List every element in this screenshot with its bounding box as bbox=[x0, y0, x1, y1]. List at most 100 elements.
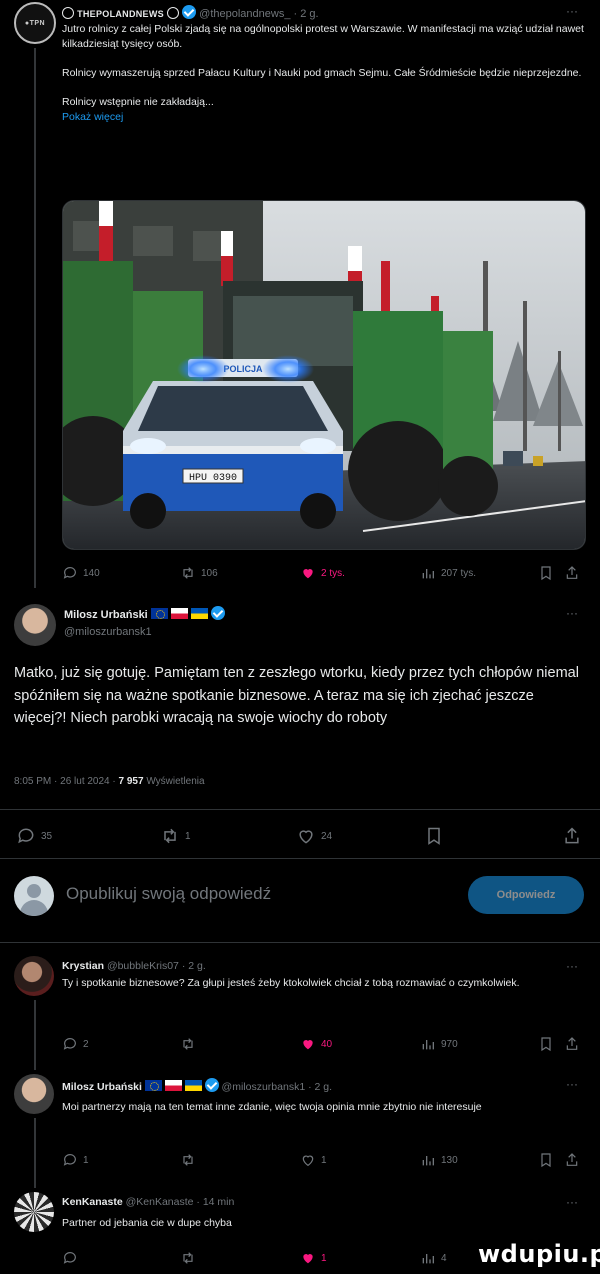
retweet-action[interactable]: 1 bbox=[160, 826, 191, 846]
retweet-action[interactable] bbox=[180, 1036, 196, 1052]
more-options-icon[interactable]: ··· bbox=[566, 1195, 578, 1209]
thread-line bbox=[34, 1000, 36, 1070]
bookmark-icon bbox=[541, 1153, 551, 1168]
kenkanaste-avatar[interactable] bbox=[14, 1192, 54, 1232]
views-action[interactable]: 130 bbox=[420, 1152, 458, 1168]
reply-action[interactable]: 1 bbox=[62, 1152, 89, 1168]
like-action[interactable]: 40 bbox=[300, 1036, 332, 1052]
own-avatar[interactable] bbox=[14, 876, 54, 916]
poland-flag-icon bbox=[164, 1080, 182, 1091]
author-handle[interactable]: @miloszurbansk1 bbox=[222, 1081, 306, 1093]
tweet-text: Matko, już się gotuję. Pamiętam ten z ze… bbox=[14, 665, 579, 726]
author-name[interactable]: Milosz Urbański bbox=[62, 1081, 142, 1093]
bookmark-action[interactable] bbox=[538, 565, 554, 581]
like-action[interactable]: 2 tys. bbox=[300, 565, 345, 581]
reply-action[interactable]: 140 bbox=[62, 565, 100, 581]
retweet-icon bbox=[183, 567, 193, 579]
bookmark-action[interactable] bbox=[538, 1036, 554, 1052]
views-count: 207 tys. bbox=[441, 567, 477, 579]
bookmark-action[interactable] bbox=[424, 826, 444, 846]
views-count: 4 bbox=[441, 1252, 447, 1264]
reply-button[interactable]: Odpowiedz bbox=[468, 876, 584, 914]
globe-icon bbox=[62, 7, 74, 19]
tweet-paragraph: Rolnicy wstępnie nie zakładają... bbox=[62, 96, 214, 108]
share-icon bbox=[566, 1153, 578, 1166]
police-label: POLICJA bbox=[223, 364, 263, 374]
views-action[interactable]: 207 tys. bbox=[420, 565, 476, 581]
tweet-image[interactable]: POLICJA HPU 0390 bbox=[62, 200, 586, 550]
reply-action[interactable]: 35 bbox=[16, 826, 52, 846]
share-action[interactable] bbox=[564, 565, 580, 581]
retweet-action[interactable] bbox=[180, 1250, 196, 1266]
reply-icon bbox=[63, 567, 76, 579]
author-name[interactable]: KenKanaste bbox=[62, 1196, 123, 1208]
tweet-time[interactable]: · 14 min bbox=[196, 1196, 234, 1208]
author-name[interactable]: Krystian bbox=[62, 960, 104, 972]
reply-action[interactable]: 2 bbox=[62, 1036, 89, 1052]
author-handle[interactable]: @miloszurbansk1 bbox=[64, 626, 152, 638]
reply-text: Partner od jebania cie w dupe chyba bbox=[62, 1217, 232, 1229]
like-count: 24 bbox=[321, 830, 333, 842]
thread-line bbox=[34, 1118, 36, 1188]
share-action[interactable] bbox=[564, 1152, 580, 1168]
tweet-timestamp[interactable]: 8:05 PM · 26 lut 2024 · bbox=[14, 776, 119, 787]
bookmark-action[interactable] bbox=[538, 1152, 554, 1168]
verified-badge-icon bbox=[182, 5, 197, 19]
share-icon bbox=[566, 566, 578, 579]
views-action[interactable]: 970 bbox=[420, 1036, 458, 1052]
tweet-time[interactable]: · 2 g. bbox=[182, 960, 206, 972]
watermark: wdupiu.pl bbox=[478, 1240, 600, 1268]
share-action[interactable] bbox=[562, 826, 582, 846]
share-action[interactable] bbox=[564, 1036, 580, 1052]
author-handle[interactable]: @thepolandnews_ bbox=[199, 8, 290, 20]
views-icon bbox=[422, 569, 434, 579]
krystian-avatar[interactable] bbox=[14, 956, 54, 996]
views-action[interactable]: 4 bbox=[420, 1250, 447, 1266]
more-options-icon[interactable]: ··· bbox=[566, 1077, 578, 1091]
retweet-icon bbox=[183, 1252, 193, 1264]
license-plate: HPU 0390 bbox=[189, 473, 237, 484]
bookmark-icon bbox=[428, 827, 440, 845]
thepolandnews-avatar[interactable]: ●TPN bbox=[14, 2, 56, 44]
milosz-avatar[interactable] bbox=[14, 1074, 54, 1114]
author-handle[interactable]: @bubbleKris07 bbox=[107, 960, 179, 972]
like-action[interactable]: 24 bbox=[296, 826, 332, 846]
thread-line bbox=[34, 48, 36, 588]
ukraine-flag-icon bbox=[190, 608, 208, 619]
views-icon bbox=[422, 1156, 434, 1166]
retweet-action[interactable] bbox=[180, 1152, 196, 1168]
author-handle[interactable]: @KenKanaste bbox=[126, 1196, 194, 1208]
heart-icon bbox=[299, 830, 313, 844]
tweet-time[interactable]: · 2 g. bbox=[308, 1081, 332, 1093]
reply-count: 35 bbox=[41, 830, 53, 842]
reply-icon bbox=[63, 1154, 76, 1166]
views-icon bbox=[422, 1040, 434, 1050]
views-label: Wyświetlenia bbox=[143, 776, 205, 787]
share-icon bbox=[566, 1037, 578, 1050]
views-count: 130 bbox=[441, 1154, 458, 1166]
reply-action[interactable] bbox=[62, 1250, 78, 1266]
like-action[interactable]: 1 bbox=[300, 1152, 327, 1168]
retweet-icon bbox=[183, 1038, 193, 1050]
views-icon bbox=[422, 1254, 434, 1264]
retweet-action[interactable]: 106 bbox=[180, 565, 218, 581]
tweet-time[interactable]: · 2 g. bbox=[294, 8, 319, 20]
more-options-icon[interactable]: ··· bbox=[566, 959, 578, 973]
like-count: 2 tys. bbox=[321, 567, 345, 579]
milosz-avatar[interactable] bbox=[14, 604, 56, 646]
author-name[interactable]: THEPOLANDNEWS bbox=[77, 9, 164, 19]
heart-icon bbox=[303, 569, 313, 579]
more-options-icon[interactable]: ··· bbox=[566, 4, 578, 18]
retweet-count: 106 bbox=[201, 567, 218, 579]
reply-icon bbox=[63, 1038, 76, 1050]
verified-badge-icon bbox=[204, 1078, 219, 1092]
show-more-link[interactable]: Pokaż więcej bbox=[62, 110, 584, 125]
views-count: 970 bbox=[441, 1038, 458, 1050]
retweet-count: 1 bbox=[185, 830, 191, 842]
author-name[interactable]: Milosz Urbański bbox=[64, 609, 148, 621]
more-options-icon[interactable]: ··· bbox=[566, 606, 578, 620]
like-action[interactable]: 1 bbox=[300, 1250, 327, 1266]
like-count: 40 bbox=[321, 1038, 333, 1050]
reply-input[interactable]: Opublikuj swoją odpowiedź bbox=[66, 884, 271, 904]
reply-count: 1 bbox=[83, 1154, 89, 1166]
